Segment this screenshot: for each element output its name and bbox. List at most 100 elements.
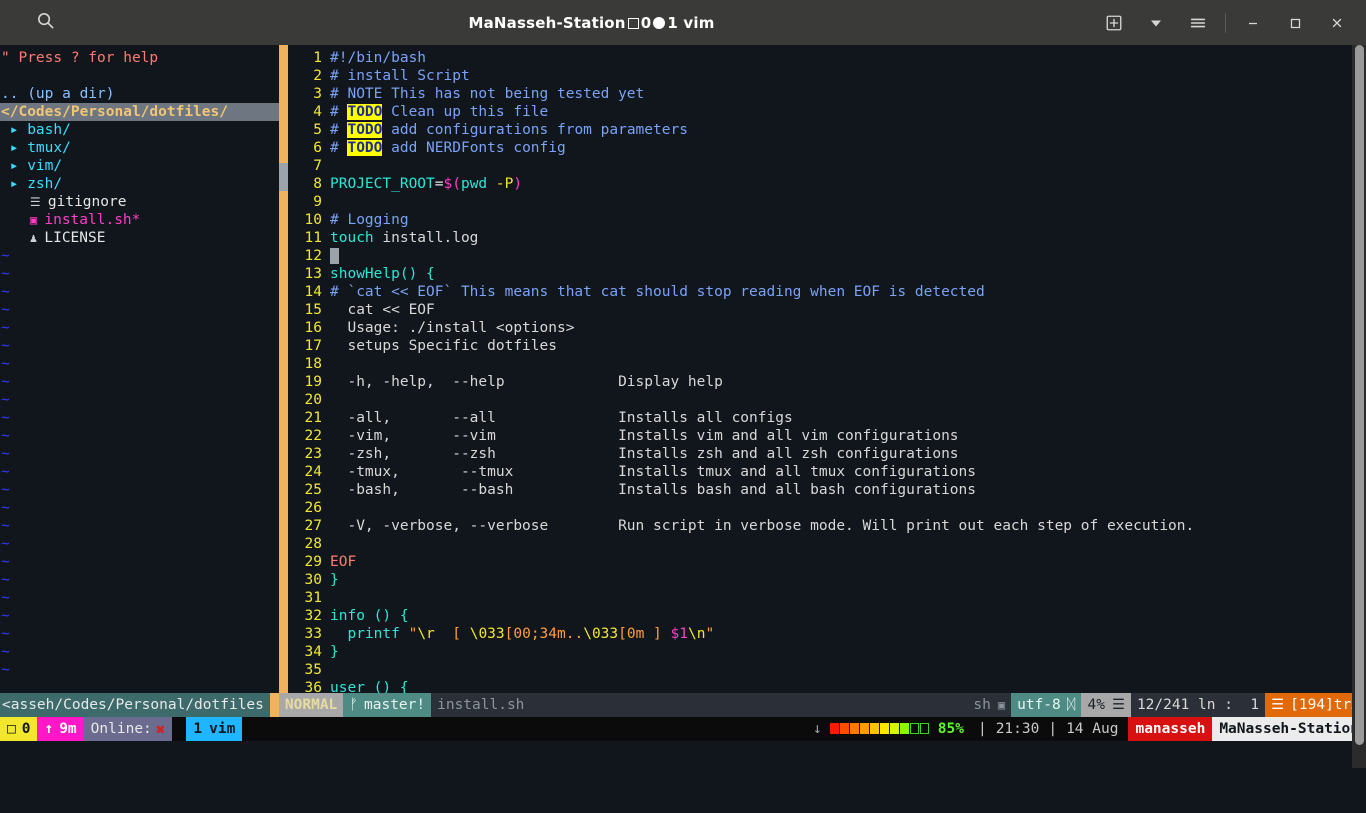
code-line[interactable]: 26 [288, 499, 1366, 517]
code-line[interactable]: 13 showHelp() { [288, 265, 1366, 283]
nerdtree-empty-line: ~ [1, 248, 10, 264]
code-line[interactable]: 31 [288, 589, 1366, 607]
code-line[interactable]: 35 [288, 661, 1366, 679]
nerdtree-empty-line: ~ [1, 572, 10, 588]
code-token: $ [443, 176, 453, 192]
code-line[interactable]: 6 # TODO add NERDFonts config [288, 139, 1366, 157]
nerdtree-dir-label: tmux/ [27, 140, 71, 156]
separator-2: | [1048, 721, 1058, 737]
battery-segment-filled [869, 723, 879, 734]
scrollbar-thumb[interactable] [1355, 45, 1364, 745]
maximize-button[interactable] [1274, 0, 1316, 45]
code-line[interactable]: 28 [288, 535, 1366, 553]
window-title: MaNasseh-Station 0 1 vim [90, 14, 1093, 32]
window-scrollbar[interactable] [1352, 45, 1366, 768]
code-line[interactable]: 20 [288, 391, 1366, 409]
chevron-right-icon: ▸ [1, 158, 28, 174]
line-number: 16 [304, 320, 322, 336]
warning-lines-icon: ☰ [1271, 697, 1285, 713]
titlebar-left [0, 11, 90, 34]
code-line[interactable]: 25 -bash, --bash Installs bash and all b… [288, 481, 1366, 499]
chevron-right-icon: ▸ [1, 122, 28, 138]
code-line[interactable]: 11 touch install.log [288, 229, 1366, 247]
line-number: 34 [304, 644, 322, 660]
encoding-icon: ᛞ [1066, 697, 1076, 713]
code-line[interactable]: 18 [288, 355, 1366, 373]
code-line[interactable]: 9 [288, 193, 1366, 211]
code-line[interactable]: 32 info () { [288, 607, 1366, 625]
chevron-down-icon[interactable] [1135, 0, 1177, 45]
code-editor-pane[interactable]: 1 #!/bin/bash 2 # install Script 3 # NOTE Thi… [288, 45, 1366, 693]
code-line[interactable]: 3 # NOTE This has not being tested yet [288, 85, 1366, 103]
code-token: ( [452, 176, 461, 192]
code-line[interactable]: 27 -V, -verbose, --verbose Run script in… [288, 517, 1366, 535]
code-line[interactable]: 7 [288, 157, 1366, 175]
close-button[interactable] [1316, 0, 1358, 45]
code-line[interactable]: 10 # Logging [288, 211, 1366, 229]
nerdtree-file-gitignore[interactable]: ☰ gitignore [0, 193, 279, 211]
file-icon: ☰ [1, 195, 48, 209]
tmux-session-number: 0 [21, 721, 31, 737]
nerdtree-empty-line: ~ [1, 662, 10, 678]
tmux-uptime-value: 9m [59, 721, 77, 737]
split-divider-thumb[interactable] [279, 163, 288, 191]
code-line[interactable]: 15 cat << EOF [288, 301, 1366, 319]
code-token: # install Script [330, 68, 470, 84]
nerdtree-file-installsh[interactable]: ▣ install.sh* [0, 211, 279, 229]
code-line[interactable]: 5 # TODO add configurations from paramete… [288, 121, 1366, 139]
code-line[interactable]: 4 # TODO Clean up this file [288, 103, 1366, 121]
code-token: [0m ] [618, 626, 671, 642]
vim-statusline: <asseh/Codes/Personal/dotfiles NORMAL ᚠ … [0, 693, 1366, 717]
code-line[interactable]: 36 user () { [288, 679, 1366, 693]
code-line[interactable]: 29 EOF [288, 553, 1366, 571]
line-number: 26 [304, 500, 322, 516]
nerdtree-sidebar[interactable]: " Press ? for help .. (up a dir) </Codes… [0, 45, 279, 693]
shell-file-icon: ▣ [1, 213, 45, 227]
tmux-hostname: MaNasseh-Station [1212, 717, 1366, 741]
titlebar-divider [1225, 12, 1226, 33]
nerdtree-dir-bash[interactable]: ▸ bash/ [0, 121, 279, 139]
code-token: info () { [330, 608, 409, 624]
code-line[interactable]: 1 #!/bin/bash [288, 49, 1366, 67]
code-line[interactable]: 12 [288, 247, 1366, 265]
chevron-right-icon: ▸ [1, 140, 28, 156]
code-line[interactable]: 23 -zsh, --zsh Installs zsh and all zsh … [288, 445, 1366, 463]
code-line[interactable]: 34} [288, 643, 1366, 661]
nerdtree-empty-line: ~ [1, 392, 10, 408]
code-token: -V, -verbose, --verbose Run script in ve… [330, 518, 1195, 534]
code-line[interactable]: 33 printf "\r [ \033[00;34m..\033[0m ] $… [288, 625, 1366, 643]
new-tab-icon[interactable] [1093, 0, 1135, 45]
windows-circle-icon [653, 16, 666, 29]
line-number: 15 [304, 302, 322, 318]
line-number: 23 [304, 446, 322, 462]
nerdtree-dir-tmux[interactable]: ▸ tmux/ [0, 139, 279, 157]
tmux-window-tab[interactable]: 1 vim [186, 717, 243, 741]
tmux-session-segment[interactable]: □ 0 [0, 717, 38, 741]
minimize-button[interactable] [1232, 0, 1274, 45]
code-line[interactable]: 14 # `cat << EOF` This means that cat sho… [288, 283, 1366, 301]
hamburger-menu-icon[interactable] [1177, 0, 1219, 45]
code-line[interactable]: 22 -vim, --vim Installs vim and all vim … [288, 427, 1366, 445]
nerdtree-up-dir[interactable]: .. (up a dir) [0, 85, 279, 103]
code-line[interactable]: 21 -all, --all Installs all configs [288, 409, 1366, 427]
search-icon[interactable] [36, 11, 55, 34]
code-line[interactable]: 8 PROJECT_ROOT=$(pwd -P) [288, 175, 1366, 193]
text-cursor [330, 248, 339, 264]
code-token: printf [347, 626, 400, 642]
code-line[interactable]: 24 -tmux, --tmux Installs tmux and all t… [288, 463, 1366, 481]
code-line[interactable]: 2 # install Script [288, 67, 1366, 85]
code-line[interactable]: 30} [288, 571, 1366, 589]
code-token: \r [417, 626, 435, 642]
code-line[interactable]: 19 -h, -help, --help Display help [288, 373, 1366, 391]
code-line[interactable]: 16 Usage: ./install <options> [288, 319, 1366, 337]
nerdtree-file-LICENSE[interactable]: ♟ LICENSE [0, 229, 279, 247]
nerdtree-root-path[interactable]: </Codes/Personal/dotfiles/ [0, 103, 279, 121]
code-line[interactable]: 17 setups Specific dotfiles [288, 337, 1366, 355]
window-split-divider[interactable] [279, 45, 288, 693]
nerdtree-dir-vim[interactable]: ▸ vim/ [0, 157, 279, 175]
battery-segment-filled [879, 723, 889, 734]
nerdtree-dir-zsh[interactable]: ▸ zsh/ [0, 175, 279, 193]
